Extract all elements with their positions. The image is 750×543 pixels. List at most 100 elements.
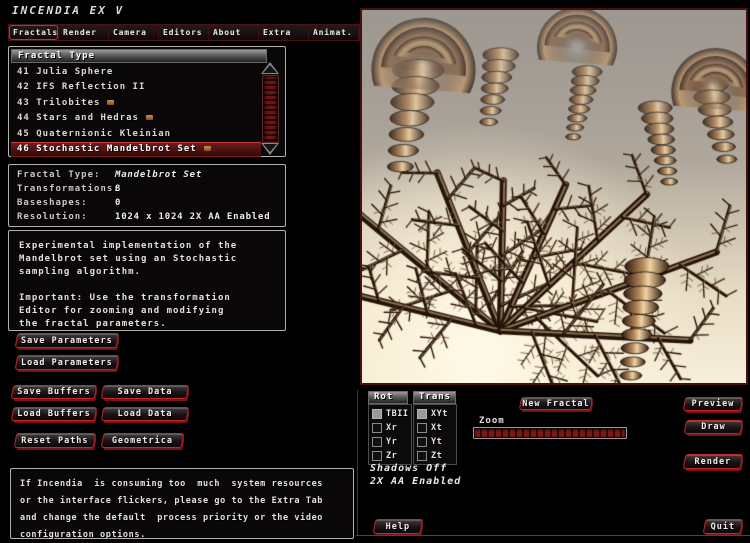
menu-tab-render[interactable]: Render: [59, 25, 109, 40]
info-row: Baseshapes: 0: [9, 196, 285, 210]
info-value: Mandelbrot Set: [115, 170, 203, 180]
checkbox-xt[interactable]: [417, 423, 427, 433]
checkbox-row-xyt[interactable]: XYt: [414, 407, 456, 421]
load-buffers-button[interactable]: Load Buffers: [10, 407, 98, 421]
info-value: 8: [115, 184, 122, 194]
list-item[interactable]: 43 Trilobites: [11, 96, 261, 111]
status-text: 2X AA Enabled: [370, 476, 462, 487]
info-label: Resolution:: [17, 212, 88, 222]
info-label: Transformations:: [17, 184, 120, 194]
checkbox-label: Yr: [386, 437, 398, 447]
info-row: Resolution: 1024 x 1024 2X AA Enabled: [9, 210, 285, 224]
zoom-slider[interactable]: [473, 427, 627, 439]
render-button[interactable]: Render: [682, 454, 744, 469]
warning-text: If Incendia is consuming too much system…: [20, 479, 324, 540]
checkbox-row-xr[interactable]: Xr: [369, 421, 411, 435]
geometrica-button[interactable]: Geometrica: [100, 433, 185, 448]
fractal-list: 41 Julia Sphere 42 IFS Reflection II 43 Tr…: [11, 65, 261, 158]
checkbox-row-xt[interactable]: Xt: [414, 421, 456, 435]
checkbox-row-zr[interactable]: Zr: [369, 449, 411, 463]
menu-bar: Fractals Render Camera Editors About Extra Ani…: [8, 24, 360, 41]
fractal-type-listbox: Fractal Type 41 Julia Sphere 42 IFS Refle…: [8, 46, 286, 158]
trans-group-header[interactable]: Trans: [413, 391, 456, 404]
trans-checkbox-group: XYt Xt Yt Zt: [413, 404, 457, 465]
checkbox-label: TBII: [386, 409, 409, 419]
load-data-button[interactable]: Load Data: [100, 407, 190, 421]
info-row: Transformations: 8: [9, 182, 285, 196]
item-marker-icon: [107, 99, 115, 105]
list-item[interactable]: 41 Julia Sphere: [11, 65, 261, 80]
save-data-button[interactable]: Save Data: [100, 385, 190, 399]
checkbox-tbii[interactable]: [372, 409, 382, 419]
load-parameters-button[interactable]: Load Parameters: [14, 355, 120, 370]
save-buffers-button[interactable]: Save Buffers: [10, 385, 98, 399]
list-item[interactable]: 44 Stars and Hedras: [11, 111, 261, 126]
checkbox-row-yt[interactable]: Yt: [414, 435, 456, 449]
menu-tab-about[interactable]: About: [209, 25, 259, 40]
list-item-label: 45 Quaternionic Kleinian: [17, 128, 172, 139]
checkbox-label: Xt: [431, 423, 443, 433]
render-status: Shadows Off 2X AA Enabled: [370, 462, 461, 488]
preview-button[interactable]: Preview: [682, 397, 744, 411]
menu-tab-editors[interactable]: Editors: [159, 25, 209, 40]
list-item[interactable]: 46 Stochastic Mandelbrot Set: [11, 141, 261, 158]
checkbox-label: Zr: [386, 451, 398, 461]
fractal-list-header: Fractal Type: [11, 49, 267, 63]
checkbox-label: Xr: [386, 423, 398, 433]
menu-tab-fractals[interactable]: Fractals: [9, 25, 59, 40]
app-title: INCENDIA EX V: [12, 4, 125, 17]
panel-divider-vertical: [357, 390, 358, 535]
checkbox-label: XYt: [431, 409, 448, 419]
list-scrollbar[interactable]: [261, 62, 279, 155]
zoom-slider-fill: [475, 429, 625, 437]
quit-button[interactable]: Quit: [702, 519, 744, 534]
checkbox-zr[interactable]: [372, 451, 382, 461]
info-label: Fractal Type:: [17, 170, 101, 180]
info-value: 0: [115, 198, 122, 208]
rot-checkbox-group: TBII Xr Yr Zr: [368, 404, 412, 465]
menu-tab-animat[interactable]: Animat.: [309, 25, 359, 40]
checkbox-xr[interactable]: [372, 423, 382, 433]
info-value: 1024 x 1024 2X AA Enabled: [115, 212, 271, 222]
checkbox-label: Zt: [431, 451, 443, 461]
new-fractal-button[interactable]: New Fractal: [518, 397, 594, 410]
zoom-label: Zoom: [479, 416, 505, 426]
scroll-up-icon[interactable]: [261, 62, 279, 74]
list-item-label: 41 Julia Sphere: [17, 67, 114, 77]
checkbox-row-yr[interactable]: Yr: [369, 435, 411, 449]
info-row: Fractal Type: Mandelbrot Set: [9, 168, 285, 182]
list-item-label: 44 Stars and Hedras: [17, 113, 139, 124]
help-button[interactable]: Help: [372, 519, 424, 534]
fractal-viewport: [360, 8, 748, 385]
rot-group-header[interactable]: Rot: [368, 391, 408, 404]
list-item-label: 43 Trilobites: [17, 97, 101, 108]
checkbox-yt[interactable]: [417, 437, 427, 447]
checkbox-zt[interactable]: [417, 451, 427, 461]
draw-button[interactable]: Draw: [683, 420, 744, 434]
checkbox-xyt[interactable]: [417, 409, 427, 419]
description-panel: Experimental implementation of the Mande…: [8, 230, 286, 331]
checkbox-yr[interactable]: [372, 437, 382, 447]
scroll-down-icon[interactable]: [261, 143, 279, 155]
warning-panel: If Incendia is consuming too much system…: [10, 468, 354, 540]
scrollbar-thumb[interactable]: [262, 75, 279, 143]
checkbox-row-tbii[interactable]: TBII: [369, 407, 411, 421]
list-item[interactable]: 42 IFS Reflection II: [11, 80, 261, 95]
incendia-window: INCENDIA EX V Fractals Render Camera Editor…: [0, 0, 750, 543]
status-text: Shadows Off: [370, 463, 448, 474]
item-marker-icon: [203, 145, 211, 151]
info-label: Baseshapes:: [17, 198, 88, 208]
menu-tab-extra[interactable]: Extra: [259, 25, 309, 40]
checkbox-row-zt[interactable]: Zt: [414, 449, 456, 463]
list-item-label: 46 Stochastic Mandelbrot Set: [17, 143, 197, 154]
item-marker-icon: [145, 115, 153, 121]
save-parameters-button[interactable]: Save Parameters: [14, 333, 120, 348]
checkbox-label: Yt: [431, 437, 443, 447]
menu-tab-camera[interactable]: Camera: [109, 25, 159, 40]
fractal-info-panel: Fractal Type: Mandelbrot Set Transformatio…: [8, 164, 286, 227]
list-item-label: 42 IFS Reflection II: [17, 82, 146, 93]
panel-divider-horizontal: [356, 535, 750, 536]
description-text: Experimental implementation of the Mande…: [19, 241, 238, 329]
list-item[interactable]: 45 Quaternionic Kleinian: [11, 127, 261, 142]
reset-paths-button[interactable]: Reset Paths: [13, 433, 97, 448]
